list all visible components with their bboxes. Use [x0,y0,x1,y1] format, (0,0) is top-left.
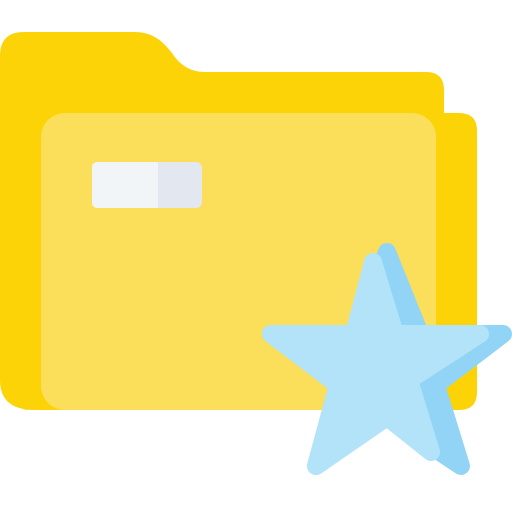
favorite-folder-graphic [0,32,512,475]
folder-label-tag [92,162,202,208]
label-tag-left [92,162,158,208]
favorite-folder-icon [0,0,512,512]
